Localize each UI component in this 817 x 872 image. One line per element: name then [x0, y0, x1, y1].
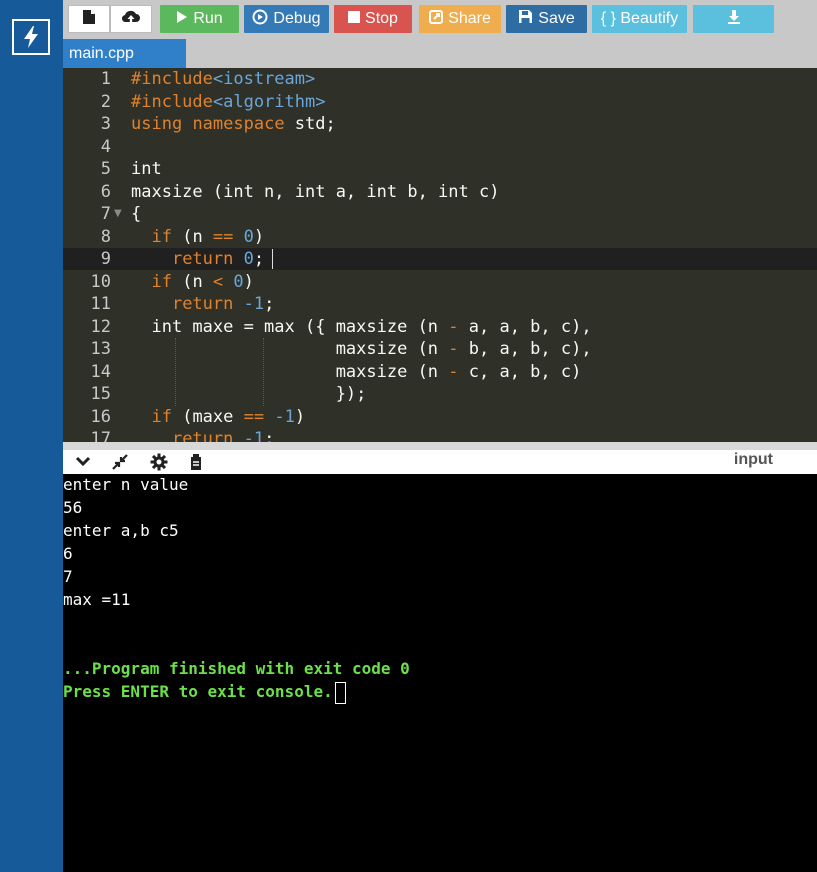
- tab-bar: main.cpp: [63, 38, 817, 68]
- toolbar: Run Debug Stop Share Save { } Beautify: [63, 0, 817, 38]
- code-line: {: [131, 204, 142, 224]
- text-cursor: [272, 249, 273, 269]
- clear-console-icon[interactable]: [185, 452, 207, 472]
- beautify-button[interactable]: { } Beautify: [592, 5, 687, 33]
- exit-code-message: ...Program finished with exit code 0: [63, 659, 410, 678]
- input-label[interactable]: input: [734, 451, 773, 469]
- floppy-disk-icon: [518, 9, 533, 29]
- run-button[interactable]: Run: [160, 5, 239, 33]
- share-icon: [429, 9, 444, 29]
- code-line: #include<iostream>: [131, 69, 316, 89]
- upload-button[interactable]: [110, 5, 152, 33]
- lightning-logo-icon[interactable]: [12, 19, 50, 55]
- terminal-output[interactable]: enter n value 56 enter a,b c5 6 7 max =1…: [63, 474, 817, 872]
- download-icon: [727, 9, 741, 29]
- left-sidebar: [0, 0, 63, 872]
- code-line: return 0;: [171, 249, 265, 269]
- console-line: enter a,b c5: [63, 521, 179, 540]
- play-icon: [176, 10, 188, 29]
- console-line: 7: [63, 567, 73, 586]
- code-line: if (n == 0): [151, 226, 265, 247]
- code-line: return -1;: [171, 429, 275, 442]
- compress-icon[interactable]: [109, 452, 131, 472]
- download-button[interactable]: [693, 5, 774, 33]
- code-line: });: [131, 384, 367, 404]
- stop-button[interactable]: Stop: [334, 5, 412, 33]
- console-line: enter n value: [63, 475, 189, 494]
- console-line: 56: [63, 498, 83, 517]
- chevron-down-icon[interactable]: [72, 452, 94, 472]
- new-file-button[interactable]: [68, 5, 110, 33]
- code-line: maxsize (n - c, a, b, c): [131, 361, 582, 382]
- code-line: int maxe = max ({ maxsize (n - a, a, b, …: [131, 316, 592, 337]
- console-line: 6: [63, 544, 73, 563]
- stop-square-icon: [348, 10, 361, 28]
- code-line: int: [131, 159, 162, 179]
- console-resize-bar[interactable]: [63, 442, 817, 450]
- code-line: if (n < 0): [151, 271, 254, 292]
- console-line: max =11: [63, 590, 131, 609]
- console-toolbar: input: [63, 450, 817, 474]
- file-icon: [82, 9, 96, 30]
- debug-circle-icon: [252, 9, 268, 30]
- cloud-upload-icon: [121, 9, 141, 30]
- share-button[interactable]: Share: [419, 5, 501, 33]
- code-line: using namespace std;: [131, 114, 336, 134]
- tab-main-cpp[interactable]: main.cpp: [63, 39, 186, 68]
- code-lines: #include<iostream> #include<algorithm> usi…: [63, 68, 817, 442]
- press-enter-message: Press ENTER to exit console.: [63, 680, 346, 704]
- code-line: if (maxe == -1): [151, 406, 306, 427]
- code-line: return -1;: [171, 294, 275, 314]
- save-button[interactable]: Save: [506, 5, 587, 33]
- terminal-cursor: [334, 681, 346, 704]
- code-editor[interactable]: 1 2 3 4 5 6 7 ▼ 8 9 10 11 12 13 14 15 16…: [63, 68, 817, 442]
- code-line: #include<algorithm>: [131, 91, 326, 112]
- debug-button[interactable]: Debug: [244, 5, 329, 33]
- code-line: maxsize (int n, int a, int b, int c): [131, 181, 500, 202]
- code-line: maxsize (n - b, a, b, c),: [131, 339, 592, 359]
- gear-icon[interactable]: [148, 452, 170, 472]
